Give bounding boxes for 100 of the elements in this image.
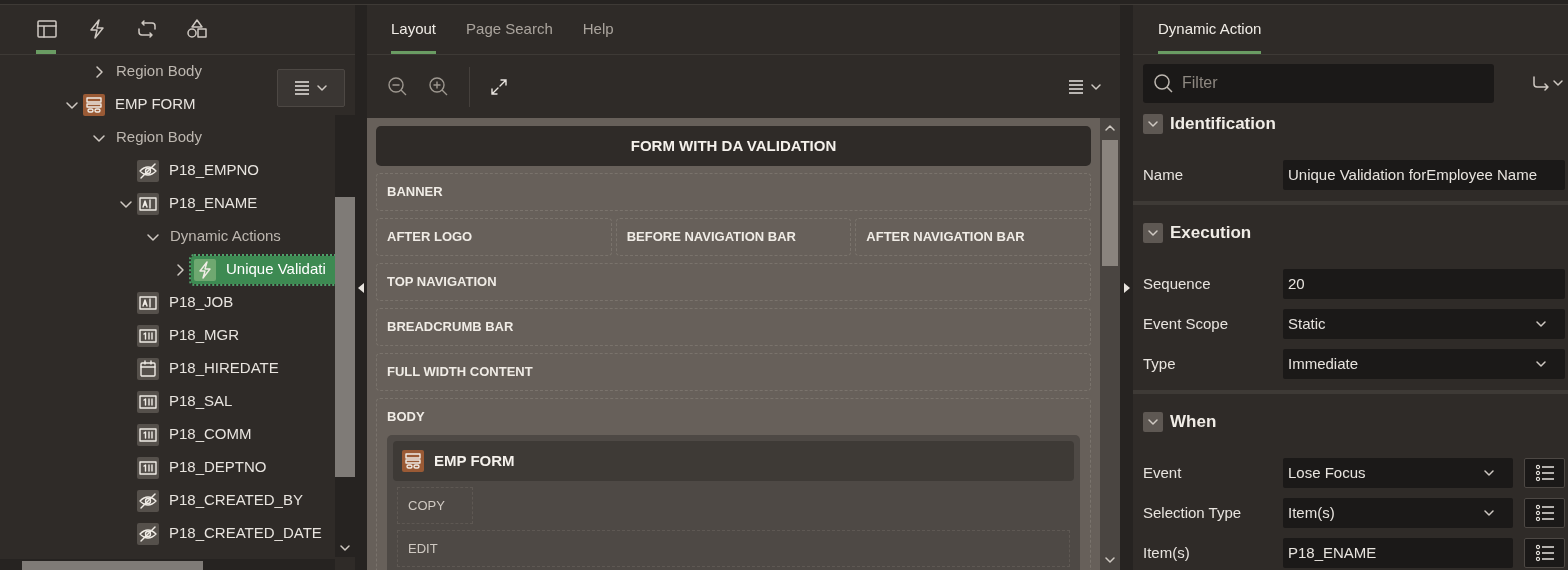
horizontal-scrollbar[interactable] (0, 559, 335, 570)
tree-node-label[interactable]: Region Body (116, 126, 202, 149)
layout-position: BREADCRUMB BAR (376, 308, 1091, 346)
chevron-down-icon (1483, 507, 1495, 519)
select-field[interactable]: Lose Focus (1283, 458, 1513, 488)
calendar-icon (137, 357, 159, 380)
expand-button[interactable] (490, 77, 508, 96)
go-to-group-button[interactable] (1532, 74, 1564, 92)
eye-slash-icon (137, 489, 159, 512)
shapes-icon (186, 18, 208, 40)
layout-position: BEFORE NAVIGATION BAR (615, 218, 852, 256)
view-menu-button[interactable] (1068, 78, 1102, 95)
chevron-down-icon (316, 82, 328, 94)
loop-arrows-icon (136, 18, 158, 40)
scrollbar-thumb[interactable] (22, 561, 203, 570)
tree-node-label[interactable]: P18_MGR (169, 324, 240, 347)
tree-node[interactable]: Unique Validati (191, 255, 335, 284)
section-title: Execution (1170, 222, 1252, 245)
tree-node-label[interactable]: P18_EMPNO (169, 159, 260, 182)
property-label: Selection Type (1143, 502, 1243, 523)
chevron-down-icon (1535, 318, 1547, 330)
panel-tab[interactable]: Layout (391, 4, 437, 54)
region-icon (399, 450, 427, 472)
splitter-handle[interactable] (355, 5, 367, 570)
section-toggle[interactable] (1143, 412, 1163, 432)
chevron-down-icon (1147, 118, 1159, 130)
text-field[interactable]: 20 (1283, 269, 1565, 299)
region-slot: EDIT (397, 530, 1070, 567)
layout-position: BANNER (376, 173, 1091, 211)
tree-node-label[interactable]: Region Body (116, 60, 202, 83)
number-field-icon (137, 324, 159, 347)
panel-tab[interactable]: Help (582, 4, 614, 54)
position-label: BODY (387, 408, 426, 426)
zoom-out-button[interactable] (387, 76, 408, 97)
tree-node-label[interactable]: P18_CREATED_BY (169, 489, 303, 512)
text-field[interactable]: P18_ENAME (1283, 538, 1513, 568)
splitter-handle[interactable] (1120, 5, 1133, 570)
list-icon (1534, 464, 1555, 482)
zoom-out-icon (387, 76, 408, 97)
select-field[interactable]: Item(s) (1283, 498, 1513, 528)
tree-node-label[interactable]: P18_COMM (169, 423, 252, 446)
chevron-down-icon (1483, 467, 1495, 479)
property-label: Item(s) (1143, 542, 1191, 563)
expand-icon (490, 77, 508, 96)
tree-node-label[interactable]: P18_JOB (169, 291, 234, 314)
section-title: When (1170, 411, 1217, 434)
section-toggle[interactable] (1143, 223, 1163, 243)
menu-icon (1068, 78, 1084, 95)
collapse-left-icon (358, 282, 364, 293)
chevron-down-icon (1552, 77, 1564, 89)
region-icon (83, 93, 105, 116)
search-icon (1153, 72, 1174, 94)
tree-node-label[interactable]: P18_SAL (169, 390, 233, 413)
turn-arrow-icon (1532, 74, 1550, 92)
text-field[interactable]: Unique Validation forEmployee Name (1283, 160, 1565, 190)
number-field-icon (137, 390, 159, 413)
menu-icon (294, 80, 310, 96)
list-button[interactable] (1524, 498, 1565, 528)
select-field[interactable]: Static (1283, 309, 1565, 339)
tree-node-label[interactable]: P18_DEPTNO (169, 456, 267, 479)
region-title: EMP FORM (434, 450, 515, 471)
layout-position: TOP NAVIGATION (376, 263, 1091, 301)
select-field[interactable]: Immediate (1283, 349, 1565, 379)
region-slot: COPY (397, 487, 473, 524)
tree-node-label[interactable]: P18_ENAME (169, 192, 258, 215)
page-title-bar: FORM WITH DA VALIDATION (376, 126, 1091, 166)
zoom-in-icon (428, 76, 449, 97)
tree-node-label[interactable]: P18_CREATED_DATE (169, 522, 322, 545)
vertical-scrollbar[interactable] (335, 115, 355, 557)
tree-node-label[interactable]: P18_HIREDATE (169, 357, 279, 380)
layout-icon (36, 18, 58, 40)
view-menu-button[interactable] (277, 69, 345, 107)
chevron-down-icon (1147, 416, 1159, 428)
layout-position: AFTER LOGO (376, 218, 612, 256)
property-label: Event (1143, 462, 1183, 483)
section-title: Identification (1170, 113, 1276, 136)
chevron-down-icon (1147, 227, 1159, 239)
layout-position: FULL WIDTH CONTENT (376, 353, 1091, 391)
chevron-down-icon (1535, 358, 1547, 370)
list-button[interactable] (1524, 538, 1565, 568)
layout-position: AFTER NAVIGATION BAR (855, 218, 1091, 256)
tree-node-label[interactable]: EMP FORM (115, 93, 196, 116)
list-icon (1534, 544, 1555, 562)
property-label: Type (1143, 353, 1177, 374)
scrollbar-thumb[interactable] (335, 197, 355, 477)
property-label: Sequence (1143, 273, 1212, 294)
property-label: Event Scope (1143, 313, 1230, 334)
text-field-icon (137, 291, 159, 314)
panel-tab[interactable]: Dynamic Action (1158, 4, 1262, 54)
zoom-in-button[interactable] (428, 76, 449, 97)
tree-node-label[interactable]: Dynamic Actions (170, 225, 281, 248)
list-button[interactable] (1524, 458, 1565, 488)
scrollbar-thumb[interactable] (1102, 140, 1118, 266)
number-field-icon (137, 423, 159, 446)
panel-tab[interactable]: Page Search (466, 4, 553, 54)
eye-slash-icon (137, 522, 159, 545)
lightning-icon (194, 258, 216, 281)
list-icon (1534, 504, 1555, 522)
text-field-icon (137, 192, 159, 215)
section-toggle[interactable] (1143, 114, 1163, 134)
